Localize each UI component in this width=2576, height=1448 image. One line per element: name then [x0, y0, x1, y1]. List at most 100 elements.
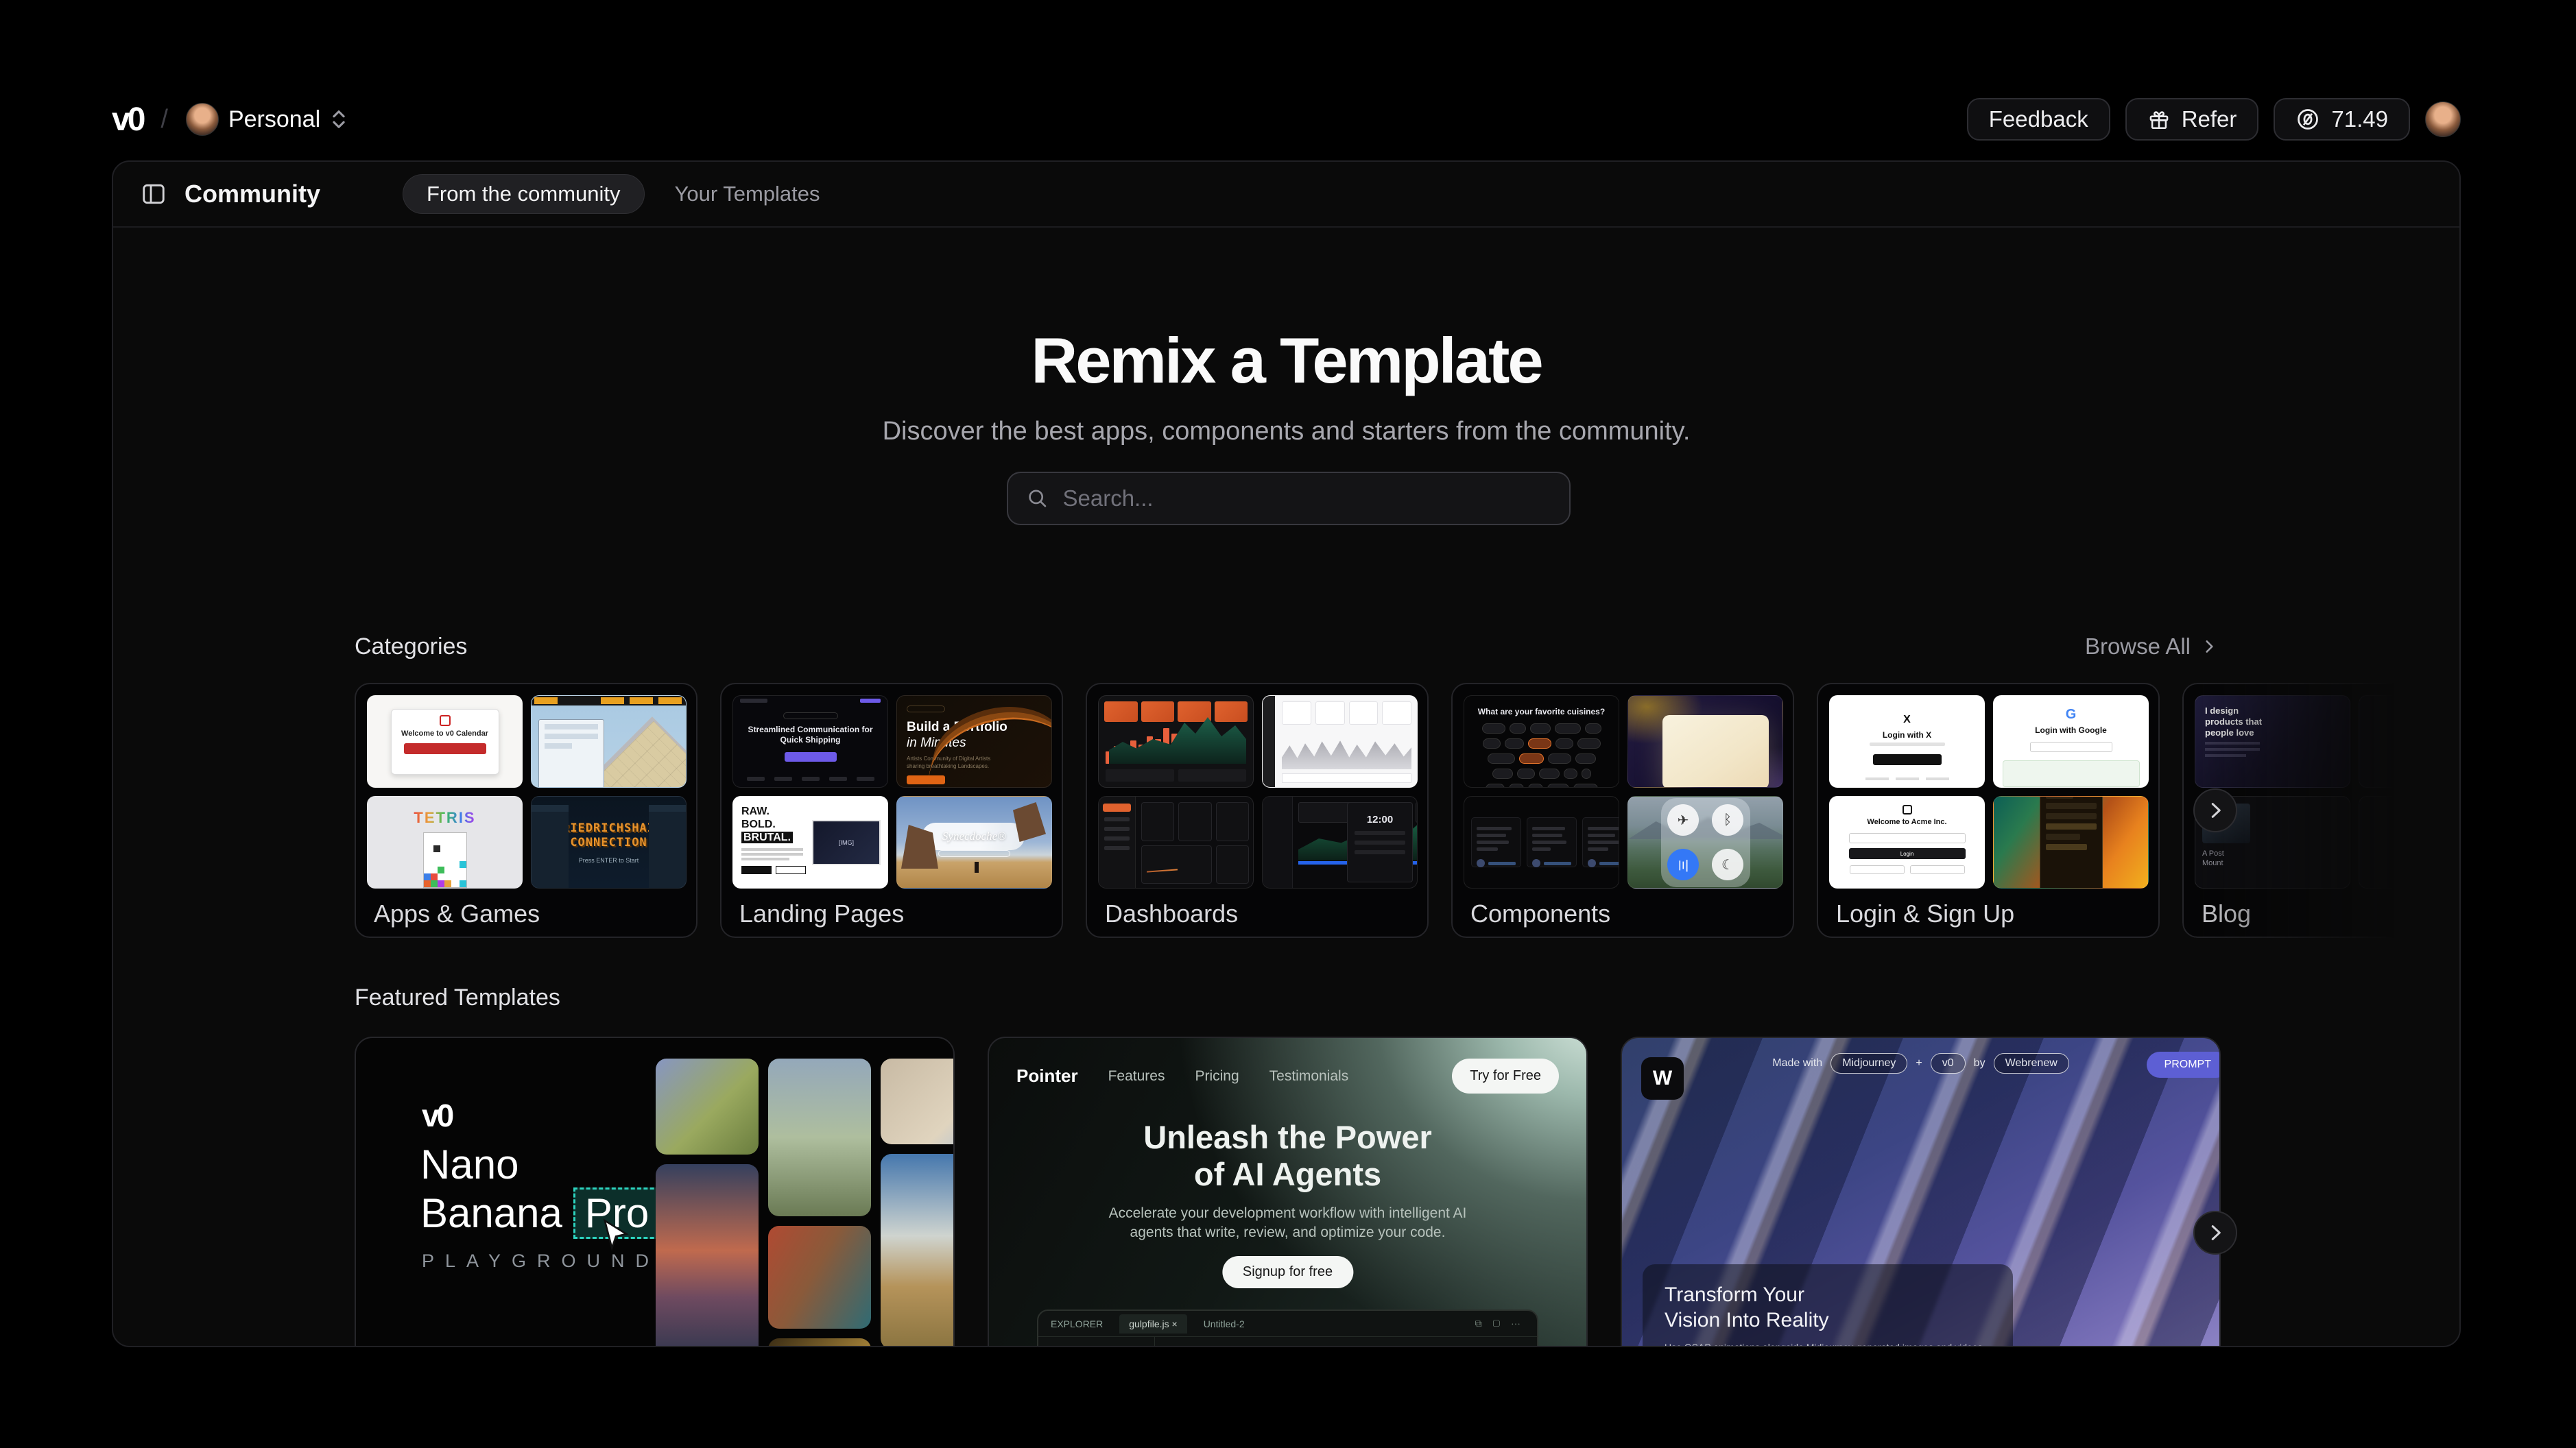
thumb-text: Synecdoche® — [897, 830, 1051, 843]
thumbnail-gradient-card — [1627, 695, 1783, 788]
credits-value: 71.49 — [2331, 106, 2388, 132]
pointer-try-free-button: Try for Free — [1452, 1059, 1559, 1094]
photo-mountain-lake — [881, 1154, 955, 1347]
chevron-right-icon — [2205, 1222, 2226, 1243]
category-card-components[interactable]: What are your favorite cuisines? — [1451, 683, 1794, 938]
category-card-dashboards[interactable]: 12:00 Dashboards — [1086, 683, 1429, 938]
editor-file-tree: ∨ VSCODE › build › extensions — [1038, 1337, 1155, 1347]
hero-title: Remix a Template — [113, 324, 2459, 398]
editor-code: 1 /*------------------------------------… — [1155, 1337, 1494, 1347]
tab-your-templates[interactable]: Your Templates — [675, 182, 820, 206]
thumbnail-login-x: X Login with X — [1829, 695, 1985, 788]
search-bar[interactable] — [1007, 472, 1571, 525]
pointer-nav-testimonials: Testimonials — [1269, 1068, 1349, 1085]
thumb-text: A Post — [2202, 849, 2224, 858]
workspace-name: Personal — [228, 106, 320, 133]
photo-people — [768, 1226, 871, 1329]
thumbnail-blog-extra — [2359, 796, 2461, 889]
thumbnail-blog-dark — [2359, 695, 2461, 788]
search-icon — [1026, 486, 1049, 511]
nano-tagline: PLAYGROUND — [422, 1251, 660, 1272]
user-avatar[interactable] — [2425, 101, 2461, 137]
workspace-switcher[interactable]: Personal — [186, 103, 348, 136]
photo-pills — [881, 1059, 955, 1144]
pointer-editor-mock: EXPLORER gulpfile.js × Untitled-2 ⧉ ▢ ⋯ … — [1037, 1310, 1538, 1347]
editor-tab-gulpfile: gulpfile.js × — [1119, 1314, 1186, 1334]
webrenew-badge: Webrenew — [1994, 1053, 2069, 1074]
thumb-text: I design products that people love — [2205, 705, 2267, 738]
pointer-signup-button: Signup for free — [1222, 1256, 1353, 1288]
nano-photo-grid — [656, 1059, 955, 1347]
thumbnail-dashboard-orange — [1098, 695, 1254, 788]
thumbnail-mobile-signup — [1993, 796, 2149, 889]
pointer-subtitle: Accelerate your development workflow wit… — [989, 1204, 1586, 1242]
thumb-clock: 12:00 — [1348, 814, 1412, 825]
category-card-landing-pages[interactable]: Streamlined Communication for Quick Ship… — [720, 683, 1063, 938]
workspace-avatar — [186, 103, 219, 136]
community-panel: Community From the community Your Templa… — [112, 160, 2461, 1347]
thumbnail-dashboard-light — [1262, 695, 1418, 788]
featured-card-pointer[interactable]: Pointer Features Pricing Testimonials Tr… — [988, 1037, 1588, 1347]
thumbnail-dashboard-admin — [1098, 796, 1254, 889]
category-label: Login & Sign Up — [1836, 900, 2014, 928]
airplane-icon: ✈ — [1667, 804, 1699, 836]
v0-logo[interactable]: v0 — [112, 101, 143, 138]
thumb-text: TETRIS — [414, 809, 475, 827]
thumbnail-isometric-game — [531, 695, 687, 788]
thumbnail-testimonials — [1464, 796, 1619, 889]
panel-header: Community From the community Your Templa… — [113, 162, 2459, 228]
thumb-text: Welcome to v0 Calendar — [398, 729, 492, 738]
thumbnail-control-center: ✈ ᛒ 〣 ☾ — [1627, 796, 1783, 889]
search-input[interactable] — [1062, 485, 1551, 511]
hero-subtitle: Discover the best apps, components and s… — [113, 417, 2459, 446]
pointer-brand: Pointer — [1016, 1065, 1078, 1087]
category-label: Dashboards — [1105, 900, 1238, 928]
moon-icon: ☾ — [1712, 849, 1743, 880]
browse-all-link[interactable]: Browse All — [2085, 634, 2218, 660]
thumbnail-portfolio-landing: Build a Portfolio in Minutes Artists Com… — [896, 695, 1052, 788]
category-card-login-signup[interactable]: X Login with X G Login with Google Welco… — [1817, 683, 2160, 938]
featured-next-button[interactable] — [2193, 1211, 2237, 1255]
tab-from-the-community[interactable]: From the community — [403, 174, 645, 214]
categories-next-button[interactable] — [2193, 788, 2237, 832]
cursor-arrow-icon — [597, 1218, 633, 1253]
featured-card-nano-banana[interactable]: v0 Nano Banana Pro PLAYGROUND — [355, 1037, 955, 1347]
thumbnail-tetris-game: TETRIS — [367, 796, 523, 889]
thumbnail-brutalist-landing: RAW. BOLD. BRUTAL. [IMG] — [732, 796, 888, 889]
thumb-text: Mount — [2202, 859, 2223, 867]
x-logo: X — [1903, 714, 1911, 726]
thumbnail-calendar-app: Welcome to v0 Calendar — [367, 695, 523, 788]
sidebar-toggle-icon[interactable] — [141, 181, 167, 207]
thumbnail-login-google: G Login with Google — [1993, 695, 2149, 788]
chevron-right-icon — [2205, 800, 2226, 821]
thumb-button: Login — [1849, 848, 1966, 859]
thumbnail-cuisine-chips: What are your favorite cuisines? — [1464, 695, 1619, 788]
photo-landscape-painting — [768, 1059, 871, 1216]
chevron-right-icon — [2200, 638, 2218, 655]
categories-section-label: Categories — [355, 634, 467, 660]
pointer-nav-features: Features — [1108, 1068, 1165, 1085]
photo-bottles — [768, 1338, 871, 1347]
category-card-apps-games[interactable]: Welcome to v0 Calendar TETRIS F — [355, 683, 697, 938]
thumb-text: What are your favorite cuisines? — [1478, 707, 1605, 716]
featured-section-label: Featured Templates — [355, 985, 560, 1011]
feedback-button[interactable]: Feedback — [1967, 98, 2110, 141]
pointer-nav-pricing: Pricing — [1195, 1068, 1239, 1085]
thumb-text: Streamlined Communication for Quick Ship… — [742, 725, 879, 745]
bluetooth-icon: ᛒ — [1712, 804, 1743, 836]
thumb-text: RAW. — [741, 805, 879, 818]
thumb-text: BRUTAL. — [741, 832, 793, 843]
refer-button[interactable]: Refer — [2125, 98, 2259, 141]
plus-sign: + — [1916, 1057, 1922, 1070]
credits-button[interactable]: 71.49 — [2274, 98, 2410, 141]
made-with-badges: Made with Midjourney + v0 by Webrenew — [1622, 1053, 2219, 1074]
featured-card-webrenew[interactable]: W Made with Midjourney + v0 by Webrenew … — [1621, 1037, 2221, 1347]
wave-body: Use GSAP animations alongside Midjourney… — [1665, 1341, 1991, 1347]
editor-explorer-label: EXPLORER — [1051, 1318, 1103, 1329]
made-with-label: Made with — [1772, 1057, 1822, 1070]
wave-title: Transform Your Vision Into Reality — [1665, 1282, 1991, 1333]
google-logo: G — [2066, 707, 2077, 723]
feedback-label: Feedback — [1989, 106, 2088, 132]
editor-window-icons: ⧉ ▢ ⋯ — [1475, 1318, 1525, 1329]
wifi-icon: 〣 — [1667, 849, 1699, 880]
